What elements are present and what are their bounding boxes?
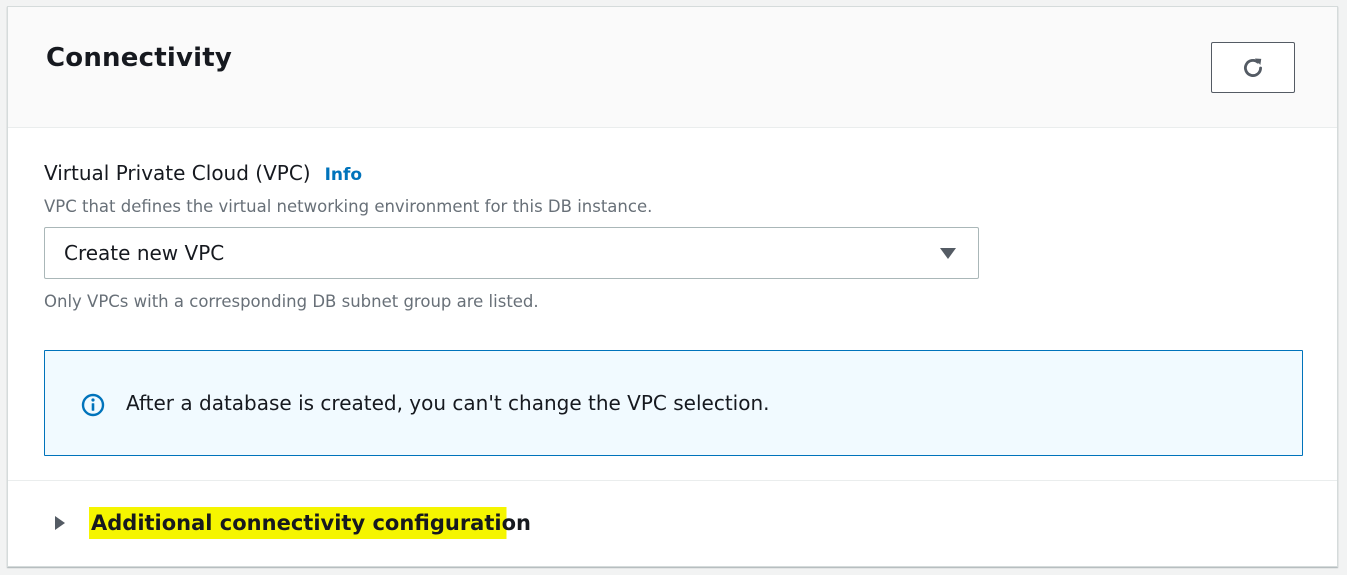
vpc-description: VPC that defines the virtual networking … <box>44 197 653 216</box>
refresh-icon <box>1244 57 1262 77</box>
additional-config-label: Additional connectivity configuration <box>89 507 533 539</box>
vpc-select-value: Create new VPC <box>64 241 225 265</box>
vpc-info-link[interactable]: Info <box>325 165 363 185</box>
alert-message: After a database is created, you can't c… <box>126 391 770 415</box>
panel-header: Connectivity <box>8 7 1337 128</box>
additional-config-expander[interactable]: Additional connectivity configuration <box>55 507 533 539</box>
panel-title: Connectivity <box>46 43 232 73</box>
info-circle-icon <box>81 393 105 417</box>
caret-right-icon <box>55 516 65 530</box>
caret-down-icon <box>940 248 956 259</box>
vpc-label: Virtual Private Cloud (VPC) <box>44 161 311 185</box>
vpc-label-row: Virtual Private Cloud (VPC) Info <box>44 161 362 185</box>
vpc-select[interactable]: Create new VPC <box>44 227 979 279</box>
refresh-button[interactable] <box>1211 42 1295 93</box>
section-divider <box>8 480 1337 481</box>
info-alert: After a database is created, you can't c… <box>44 350 1303 456</box>
connectivity-panel: Connectivity Virtual Private Cloud (VPC)… <box>7 6 1338 567</box>
vpc-constraint-text: Only VPCs with a corresponding DB subnet… <box>44 292 539 311</box>
